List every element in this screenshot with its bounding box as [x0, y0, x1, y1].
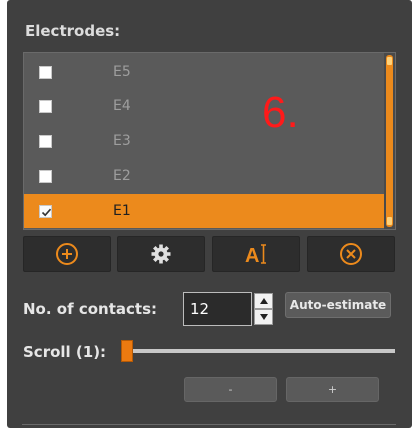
- triangle-down-icon: [259, 314, 268, 320]
- electrode-row-e4[interactable]: E4: [24, 89, 386, 123]
- electrode-checkbox[interactable]: [39, 169, 52, 183]
- plus-circle-icon: [56, 243, 78, 265]
- electrode-row-e2[interactable]: E2: [24, 159, 386, 193]
- divider: [22, 424, 396, 425]
- contacts-increment-button[interactable]: [254, 293, 273, 309]
- gear-icon: [151, 244, 171, 264]
- list-scrollbar[interactable]: [384, 53, 395, 229]
- electrode-label: E1: [113, 203, 131, 219]
- electrode-row-e3[interactable]: E3: [24, 124, 386, 158]
- minus-button[interactable]: -: [184, 377, 277, 402]
- electrode-label: E4: [113, 98, 131, 114]
- annotation-number: 6.: [262, 88, 299, 137]
- electrodes-title: Electrodes:: [25, 22, 121, 40]
- svg-text:A: A: [245, 245, 259, 266]
- electrode-checkbox[interactable]: [39, 134, 52, 148]
- delete-electrode-button[interactable]: [307, 236, 395, 272]
- scroll-slider-handle[interactable]: [121, 340, 133, 362]
- electrode-checkbox[interactable]: [39, 204, 52, 218]
- x-circle-icon: [340, 243, 362, 265]
- add-electrode-button[interactable]: [23, 236, 111, 272]
- contacts-decrement-button[interactable]: [254, 309, 273, 325]
- electrode-label: E2: [113, 168, 131, 184]
- text-cursor-icon: A: [245, 244, 266, 266]
- rename-electrode-button[interactable]: A: [212, 236, 300, 272]
- triangle-up-icon: [259, 298, 268, 304]
- scroll-label: Scroll (1):: [23, 343, 107, 361]
- scrollbar-thumb[interactable]: [386, 55, 393, 227]
- electrode-checkbox[interactable]: [39, 99, 52, 113]
- scrollbar-bottom-grip: [387, 217, 392, 225]
- electrode-row-e5[interactable]: E5: [24, 55, 386, 89]
- contacts-label: No. of contacts:: [23, 300, 157, 318]
- auto-estimate-button[interactable]: Auto-estimate: [285, 292, 391, 318]
- plus-button[interactable]: +: [286, 377, 379, 402]
- scrollbar-top-grip: [387, 57, 392, 65]
- electrode-label: E5: [113, 64, 131, 80]
- checkmark-icon: [41, 208, 52, 216]
- electrode-label: E3: [113, 133, 131, 149]
- electrode-list[interactable]: E5 E4 E3 E2 E1: [23, 52, 396, 230]
- contacts-input[interactable]: 12: [183, 292, 252, 326]
- electrode-row-e1[interactable]: E1: [24, 194, 386, 228]
- electrode-settings-button[interactable]: [117, 236, 205, 272]
- scroll-slider-track[interactable]: [127, 349, 395, 353]
- electrode-checkbox[interactable]: [39, 65, 52, 79]
